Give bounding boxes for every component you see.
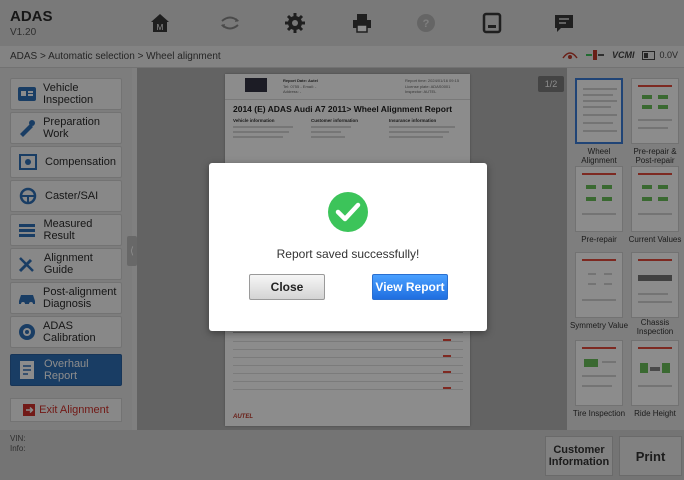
view-report-button[interactable]: View Report [372,274,448,300]
modal-overlay: Report saved successfully! Close View Re… [0,0,684,480]
dialog-message: Report saved successfully! [276,247,420,261]
success-check-icon [328,192,368,232]
save-success-dialog: Report saved successfully! Close View Re… [209,163,487,331]
close-button[interactable]: Close [249,274,325,300]
